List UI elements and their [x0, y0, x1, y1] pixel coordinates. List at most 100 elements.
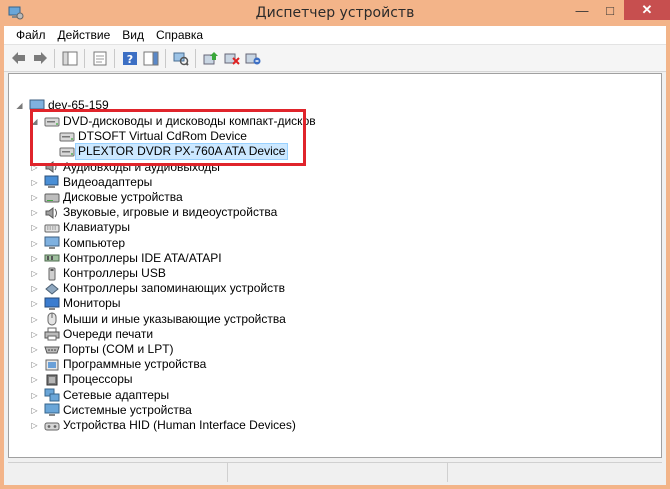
disable-device-icon — [224, 53, 240, 65]
tree-category[interactable]: ▷ Порты (COM и LPT) — [30, 342, 174, 357]
expand-arrow-icon[interactable]: ▷ — [30, 175, 39, 190]
forward-arrow-icon — [33, 52, 47, 64]
action-pane-icon — [143, 51, 158, 65]
tree-category[interactable]: ▷ Очереди печати — [30, 327, 153, 342]
collapse-arrow-icon[interactable]: ◢ — [15, 98, 24, 113]
usb-icon — [44, 267, 60, 281]
minimize-button[interactable]: — — [568, 0, 596, 20]
port-icon — [44, 343, 60, 357]
expand-arrow-icon[interactable]: ▷ — [30, 251, 39, 266]
tree-category-label: Устройства HID (Human Interface Devices) — [63, 418, 296, 432]
back-arrow-icon — [11, 52, 25, 64]
status-cell — [8, 463, 228, 482]
uninstall-device-icon — [245, 53, 260, 64]
toolbar-separator — [54, 48, 55, 68]
hid-icon — [44, 419, 60, 433]
expand-arrow-icon[interactable]: ▷ — [30, 296, 39, 311]
minimize-icon: — — [575, 2, 589, 18]
tree-category-label: Контроллеры IDE ATA/ATAPI — [63, 250, 222, 265]
tree-category[interactable]: ▷ Системные устройства — [30, 402, 192, 418]
uninstall-device-button[interactable] — [243, 49, 262, 68]
toolbar-separator — [195, 48, 196, 68]
tree-category[interactable]: ▷ Дисковые устройства — [30, 190, 183, 205]
menu-view[interactable]: Вид — [116, 27, 150, 44]
console-tree-icon — [62, 51, 77, 65]
expand-arrow-icon[interactable]: ▷ — [30, 403, 39, 418]
tree-category[interactable]: ▷ Программные устройства — [30, 357, 206, 372]
expand-arrow-icon[interactable]: ▷ — [30, 388, 39, 403]
software-device-icon — [44, 358, 60, 372]
storage-controller-icon — [44, 282, 60, 296]
ide-controller-icon — [44, 251, 60, 265]
update-driver-button[interactable] — [201, 49, 220, 68]
tree-category-label: Дисковые устройства — [63, 190, 183, 204]
tree-category-label: Программные устройства — [63, 357, 207, 372]
tree-category[interactable]: ▷ Контроллеры IDE ATA/ATAPI — [30, 250, 222, 266]
system-device-icon — [44, 403, 60, 417]
disable-device-button[interactable] — [222, 49, 241, 68]
tree-category-label: Контроллеры запоминающих устройств — [63, 281, 285, 296]
action-pane-button[interactable] — [141, 49, 160, 68]
update-driver-icon — [203, 51, 218, 64]
keyboard-icon — [44, 221, 60, 235]
tree-category-label: Системные устройства — [63, 402, 192, 417]
help-button[interactable]: ? — [120, 49, 139, 68]
back-button[interactable] — [9, 49, 28, 68]
status-bar — [8, 462, 662, 482]
tree-category[interactable]: ▷ Клавиатуры — [30, 220, 130, 235]
tree-category-label: Компьютер — [63, 235, 126, 250]
forward-button[interactable] — [30, 49, 49, 68]
expand-arrow-icon[interactable]: ▷ — [30, 281, 39, 296]
expand-arrow-icon[interactable]: ▷ — [30, 418, 39, 433]
status-cell — [228, 463, 448, 482]
tree-category-label: Порты (COM и LPT) — [63, 342, 174, 356]
highlight-box — [30, 109, 306, 166]
tree-category-label: Мыши и иные указывающие устройства — [63, 311, 286, 326]
expand-arrow-icon[interactable]: ▷ — [30, 266, 39, 281]
tree-category[interactable]: ▷ Мониторы — [30, 296, 120, 311]
menu-help[interactable]: Справка — [150, 27, 209, 44]
tree-category[interactable]: ▷ Процессоры — [30, 372, 132, 387]
properties-button[interactable] — [90, 49, 109, 68]
printer-icon — [44, 327, 60, 341]
tree-category[interactable]: ▷ Сетевые адаптеры — [30, 388, 169, 403]
expand-arrow-icon[interactable]: ▷ — [30, 220, 39, 235]
monitor-icon — [44, 297, 60, 311]
menu-file[interactable]: Файл — [10, 27, 52, 44]
expand-arrow-icon[interactable]: ▷ — [30, 357, 39, 372]
tree-category[interactable]: ▷ Контроллеры запоминающих устройств — [30, 281, 285, 296]
close-button[interactable]: ✕ — [624, 0, 670, 20]
tree-category-label: Мониторы — [63, 296, 121, 311]
maximize-icon: □ — [606, 2, 614, 18]
tree-category[interactable]: ▷ Устройства HID (Human Interface Devices… — [30, 418, 296, 433]
menu-bar: Файл Действие Вид Справка — [4, 26, 666, 45]
tree-category[interactable]: ▷ Мыши и иные указывающие устройства — [30, 312, 286, 327]
device-manager-window: Диспетчер устройств — □ ✕ Файл Действие … — [0, 0, 670, 489]
console-tree-button[interactable] — [60, 49, 79, 68]
tree-category[interactable]: ▷ Звуковые, игровые и видеоустройства — [30, 205, 277, 220]
expand-arrow-icon[interactable]: ▷ — [30, 372, 39, 387]
expand-arrow-icon[interactable]: ▷ — [30, 236, 39, 251]
tree-category-label: Клавиатуры — [63, 220, 130, 235]
sound-icon — [44, 206, 60, 220]
tree-category-label: Звуковые, игровые и видеоустройства — [63, 205, 278, 220]
maximize-button[interactable]: □ — [596, 0, 624, 20]
tree-category-label: Видеоадаптеры — [63, 174, 153, 189]
status-cell — [448, 463, 662, 482]
scan-hardware-button[interactable] — [171, 49, 190, 68]
display-adapter-icon — [44, 175, 60, 189]
toolbar-separator — [114, 48, 115, 68]
expand-arrow-icon[interactable]: ▷ — [30, 190, 39, 205]
expand-arrow-icon[interactable]: ▷ — [30, 327, 39, 342]
expand-arrow-icon[interactable]: ▷ — [30, 342, 39, 357]
toolbar-separator — [165, 48, 166, 68]
expand-arrow-icon[interactable]: ▷ — [30, 312, 39, 327]
mouse-icon — [44, 312, 60, 326]
tree-category[interactable]: ▷ Контроллеры USB — [30, 266, 166, 281]
expand-arrow-icon[interactable]: ▷ — [30, 205, 39, 220]
title-bar[interactable]: Диспетчер устройств — □ ✕ — [0, 0, 670, 26]
device-tree[interactable]: ◢ dev-65-159 ◢ DVD-дисководы и дисководы … — [8, 73, 662, 458]
menu-action[interactable]: Действие — [52, 27, 117, 44]
tree-category[interactable]: ▷ Компьютер — [30, 236, 125, 251]
tree-category[interactable]: ▷ Видеоадаптеры — [30, 175, 152, 190]
